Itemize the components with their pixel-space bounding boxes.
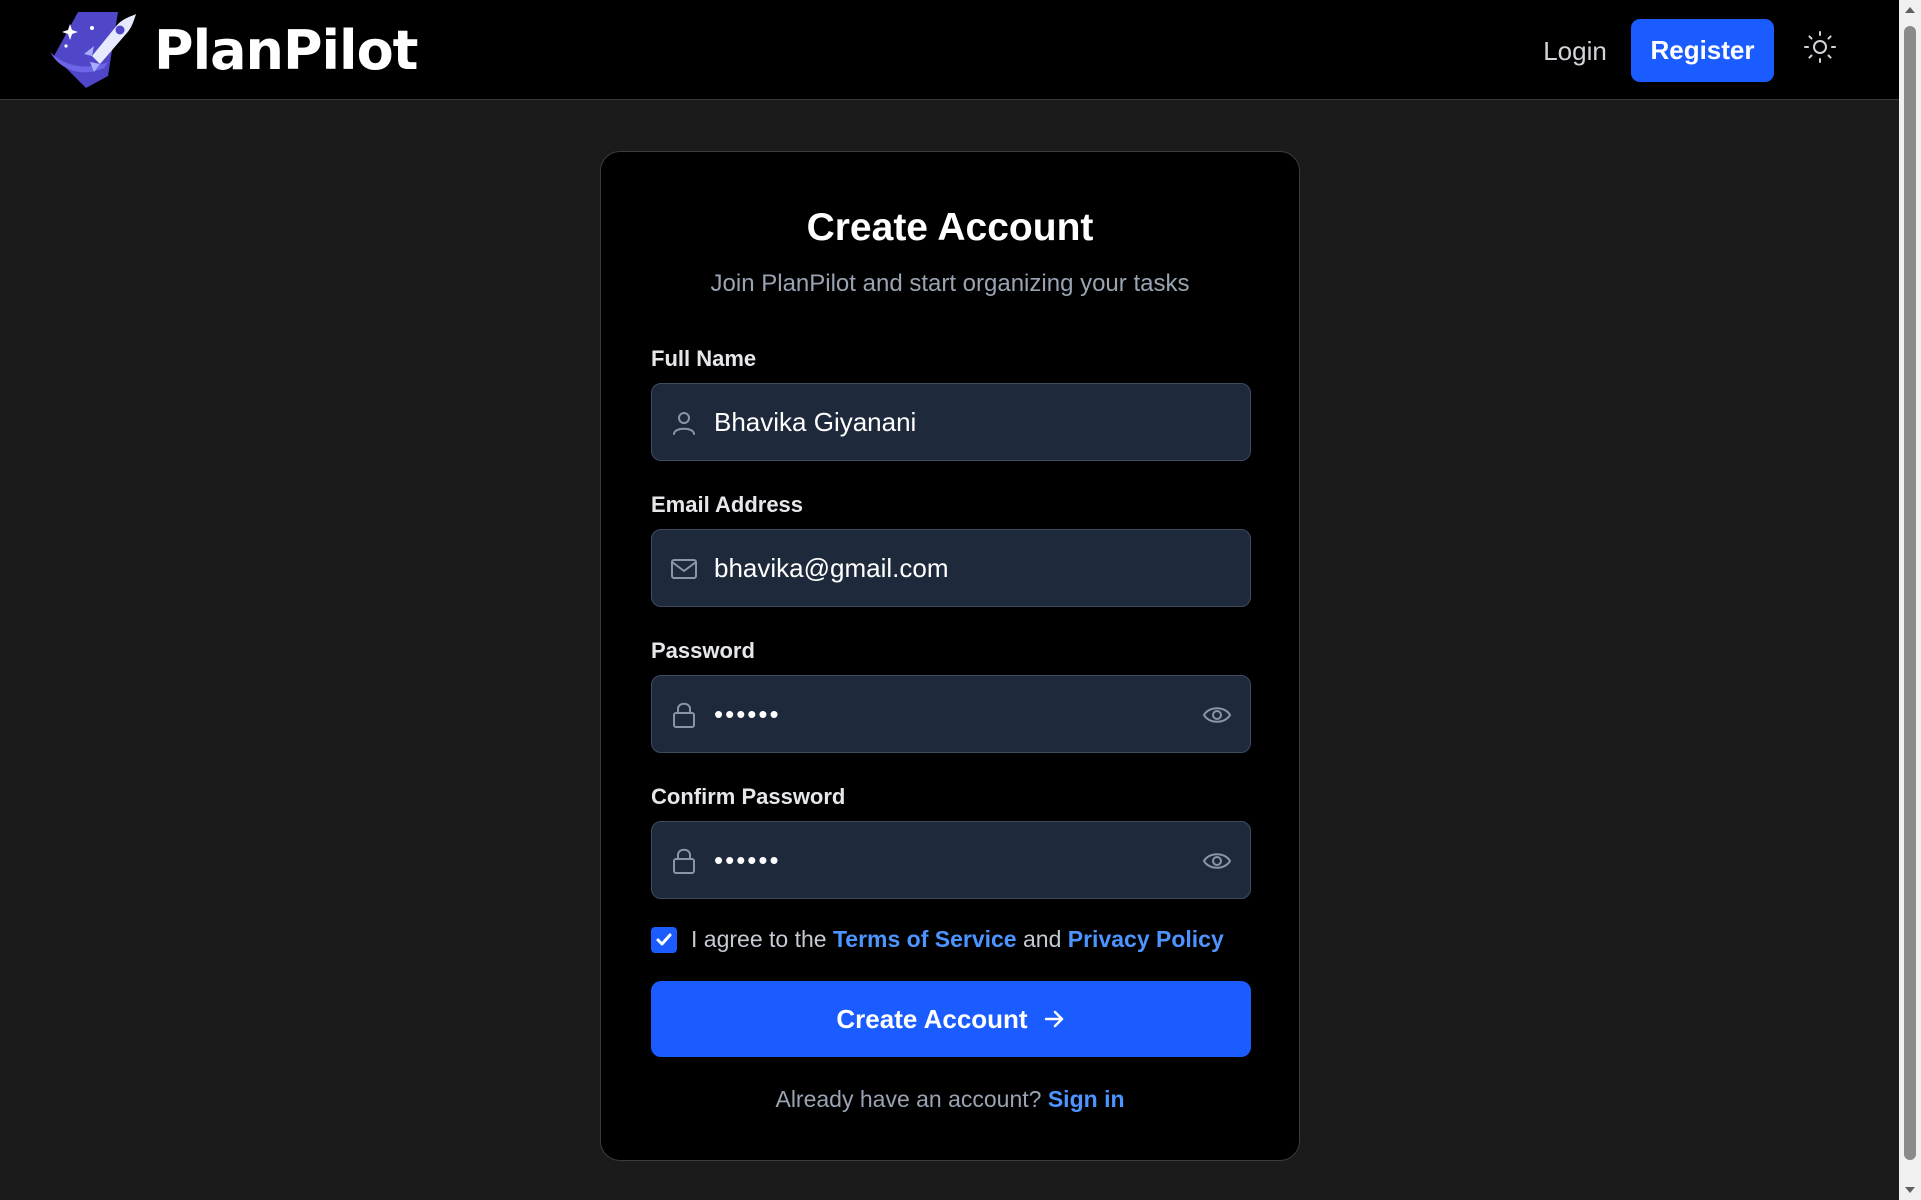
register-card: Create Account Join PlanPilot and start …	[600, 151, 1300, 1161]
terms-middle-text: and	[1016, 926, 1068, 952]
mail-icon	[671, 559, 697, 579]
create-account-label: Create Account	[836, 1003, 1028, 1034]
arrow-right-icon	[1044, 1010, 1063, 1028]
signin-prompt: Already have an account? Sign in	[601, 1086, 1299, 1113]
confirm-password-field[interactable]	[651, 821, 1251, 899]
brand[interactable]: PlanPilot	[48, 6, 418, 94]
password-label: Password	[651, 638, 755, 663]
privacy-policy-link[interactable]: Privacy Policy	[1068, 926, 1224, 953]
signin-prompt-text: Already have an account?	[775, 1086, 1048, 1112]
checkmark-icon	[656, 933, 672, 945]
create-account-button[interactable]: Create Account	[651, 981, 1251, 1057]
lock-icon	[673, 702, 695, 728]
user-icon	[673, 412, 695, 435]
page-scrollbar[interactable]	[1899, 0, 1921, 1200]
confirm-password-input[interactable]	[714, 822, 1194, 898]
login-link[interactable]: Login	[1510, 20, 1640, 82]
full-name-input[interactable]	[714, 384, 1194, 460]
terms-prefix-text: I agree to the	[691, 926, 833, 952]
scroll-down-arrow-icon[interactable]	[1904, 1184, 1916, 1196]
page-title: Create Account	[806, 206, 1094, 249]
eye-icon[interactable]	[1202, 701, 1232, 729]
terms-of-service-link[interactable]: Terms of Service	[833, 926, 1017, 953]
password-input[interactable]	[714, 676, 1194, 752]
register-button[interactable]: Register	[1631, 19, 1774, 82]
full-name-label: Full Name	[651, 346, 757, 371]
terms-agreement: I agree to the Terms of Service and Priv…	[651, 926, 1224, 953]
rocket-logo-icon	[50, 12, 136, 88]
page-subtitle: Join PlanPilot and start organizing your…	[710, 270, 1190, 297]
sign-in-link[interactable]: Sign in	[1048, 1086, 1125, 1112]
email-label: Email Address	[651, 492, 804, 517]
terms-checkbox[interactable]	[651, 926, 677, 953]
scroll-up-arrow-icon[interactable]	[1904, 4, 1916, 16]
email-field[interactable]	[651, 529, 1251, 607]
confirm-password-label: Confirm Password	[651, 784, 846, 809]
eye-icon[interactable]	[1202, 847, 1232, 875]
sun-icon[interactable]	[1803, 30, 1837, 64]
lock-icon	[673, 848, 695, 874]
email-input[interactable]	[714, 530, 1194, 606]
password-field[interactable]	[651, 675, 1251, 753]
full-name-field[interactable]	[651, 383, 1251, 461]
top-nav-bar: PlanPilot Login Register	[0, 0, 1899, 100]
brand-name: PlanPilot	[154, 18, 418, 82]
scroll-thumb[interactable]	[1904, 26, 1916, 1160]
